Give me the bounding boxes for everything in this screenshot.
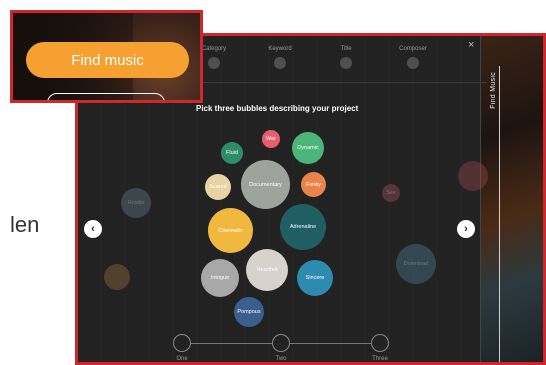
step-three-label: Three [372,356,388,362]
bubble-intrigue[interactable]: Intrigue [201,259,239,297]
bubble-adrenaline[interactable]: Adrenaline [280,204,326,250]
bubble-faded-right[interactable] [458,161,488,191]
bubble-faded-left[interactable] [104,264,130,290]
tab-keyword[interactable]: Keyword [250,46,310,69]
bubble-hostile[interactable]: Hostile [121,188,151,218]
bubble-dynamic[interactable]: Dynamic [292,132,324,164]
bubble-war[interactable]: War [262,130,280,148]
background-text-fragment: len [10,212,40,237]
tab-dot [274,57,286,69]
bubble-scared[interactable]: Scared [205,174,231,200]
bubble-cinematic[interactable]: Cinematic [208,208,253,253]
highlight-crop-panel: Find music [10,10,203,103]
secondary-outline-button[interactable] [47,93,165,100]
bubble-heartfelt[interactable]: Heartfelt [246,249,288,291]
tab-label: Composer [399,46,427,52]
next-arrow-icon[interactable]: › [457,220,475,238]
close-icon[interactable]: × [468,39,474,51]
step-one[interactable] [173,334,191,352]
step-one-label: One [176,356,188,362]
bubble-sincere[interactable]: Sincere [297,260,333,296]
bubble-download[interactable]: Download [396,244,436,284]
bubble-fluid[interactable]: Fluid [221,142,243,164]
step-three[interactable] [371,334,389,352]
bubble-funky[interactable]: Funky [301,172,326,197]
tab-title[interactable]: Title [316,46,376,69]
side-divider [480,36,481,362]
tab-dot [407,57,419,69]
side-thin-line [499,66,500,362]
tab-dot [208,57,220,69]
bubble-sex[interactable]: Sex [382,184,400,202]
tab-dot [340,57,352,69]
bubble-documentary[interactable]: Documentary [241,160,290,209]
bubble-pompous[interactable]: Pompous [234,297,264,327]
tab-label: Keyword [268,46,292,52]
tab-composer[interactable]: Composer [383,46,443,69]
tab-label: Title [340,46,352,52]
step-two-label: Two [275,356,287,362]
find-music-side-label[interactable]: Find Music [490,72,497,109]
previous-arrow-icon[interactable]: ‹ [84,220,102,238]
prompt-heading: Pick three bubbles describing your proje… [196,104,359,113]
step-two[interactable] [272,334,290,352]
find-music-button[interactable]: Find music [26,42,189,78]
